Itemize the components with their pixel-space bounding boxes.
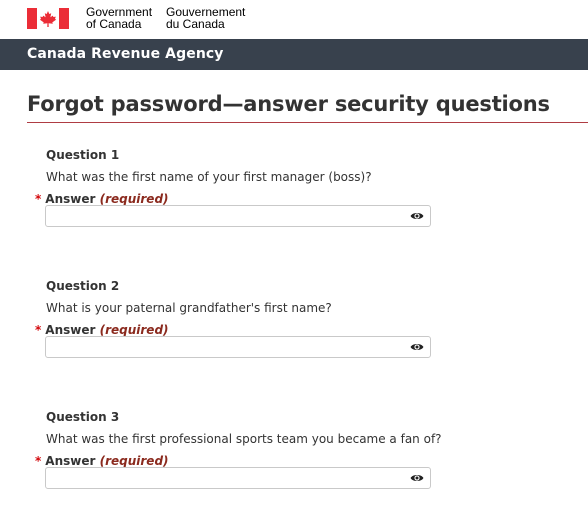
eye-icon[interactable] (410, 341, 424, 353)
question-1-text: What was the first name of your first ma… (46, 170, 372, 184)
answer-2-label: * Answer (required) (35, 323, 169, 337)
question-1-label: Question 1 (46, 148, 120, 162)
required-marker: * (35, 454, 42, 468)
answer-3-label-text: Answer (45, 454, 96, 468)
gc-header: Government of Canada Gouvernement du Can… (0, 0, 588, 40)
answer-2-input[interactable] (52, 337, 396, 359)
required-text: (required) (99, 323, 169, 337)
answer-2-label-text: Answer (45, 323, 96, 337)
question-2-text: What is your paternal grandfather's firs… (46, 301, 332, 315)
question-3-text: What was the first professional sports t… (46, 432, 442, 446)
required-marker: * (35, 323, 42, 337)
signature-en-line2: of Canada (86, 17, 142, 31)
agency-bar: Canada Revenue Agency (0, 39, 588, 70)
signature-fr-line2: du Canada (166, 17, 225, 31)
answer-1-input[interactable] (52, 206, 396, 228)
required-marker: * (35, 192, 42, 206)
question-3-label: Question 3 (46, 410, 120, 424)
answer-3-field (45, 467, 431, 490)
answer-1-field (45, 205, 431, 228)
required-text: (required) (99, 192, 169, 206)
title-divider (27, 122, 588, 123)
page: Government of Canada Gouvernement du Can… (0, 0, 588, 507)
government-signature-fr: Gouvernement du Canada (166, 6, 245, 30)
eye-icon[interactable] (410, 472, 424, 484)
agency-name[interactable]: Canada Revenue Agency (27, 46, 224, 62)
answer-3-label: * Answer (required) (35, 454, 169, 468)
answer-1-label-text: Answer (45, 192, 96, 206)
question-2-label: Question 2 (46, 279, 120, 293)
answer-1-label: * Answer (required) (35, 192, 169, 206)
government-signature-en: Government of Canada (86, 6, 152, 30)
eye-icon[interactable] (410, 210, 424, 222)
page-title: Forgot password—answer security question… (27, 92, 550, 116)
answer-2-field (45, 336, 431, 359)
answer-3-input[interactable] (52, 468, 396, 490)
canada-flag-icon (27, 8, 69, 29)
required-text: (required) (99, 454, 169, 468)
